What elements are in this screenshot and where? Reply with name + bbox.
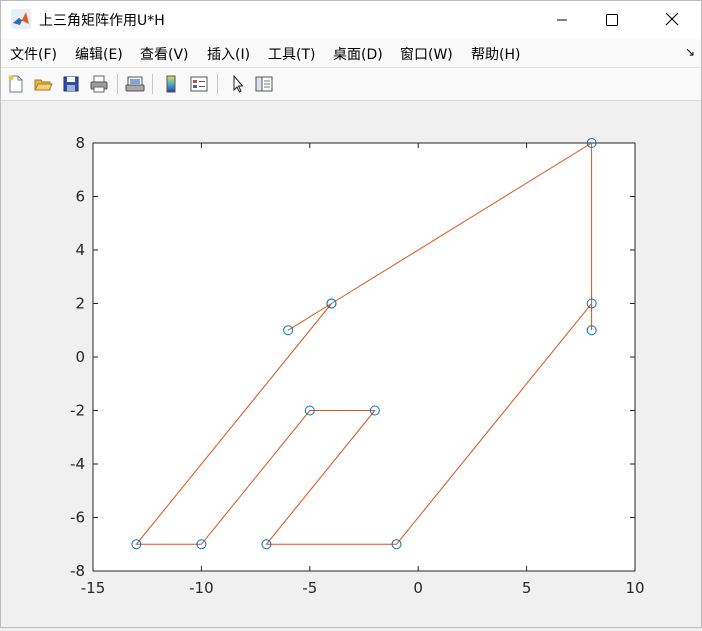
x-tick-label: 0 — [413, 579, 423, 597]
toolbar-separator — [217, 74, 218, 94]
title-bar: 上三角矩阵作用U*H — [1, 1, 701, 39]
window-title: 上三角矩阵作用U*H — [39, 13, 165, 29]
y-tick-label: 6 — [75, 188, 85, 206]
pointer-icon[interactable] — [225, 72, 249, 96]
y-tick-label: 0 — [75, 348, 85, 366]
close-button[interactable] — [649, 1, 695, 39]
matlab-logo-icon — [11, 9, 31, 29]
legend-icon[interactable] — [187, 72, 211, 96]
print-icon[interactable] — [87, 72, 111, 96]
menu-bar: 文件(F) 编辑(E) 查看(V) 插入(I) 工具(T) 桌面(D) 窗口(W… — [1, 39, 701, 68]
close-icon — [665, 11, 679, 30]
property-inspector-icon[interactable] — [252, 72, 276, 96]
toolbar-separator — [117, 74, 118, 94]
x-tick-label: -15 — [81, 579, 106, 597]
x-tick-label: 10 — [625, 579, 644, 597]
y-tick-label: 2 — [75, 295, 85, 313]
menu-edit[interactable]: 编辑(E) — [75, 44, 123, 64]
new-figure-icon[interactable] — [4, 72, 28, 96]
x-tick-label: -5 — [302, 579, 317, 597]
x-tick-label: 5 — [522, 579, 532, 597]
menu-file[interactable]: 文件(F) — [10, 44, 57, 64]
menu-view[interactable]: 查看(V) — [140, 44, 189, 64]
y-tick-label: -4 — [70, 455, 85, 473]
menu-window[interactable]: 窗口(W) — [400, 44, 453, 64]
menu-tools[interactable]: 工具(T) — [268, 44, 315, 64]
y-tick-label: -6 — [70, 509, 85, 527]
maximize-button[interactable] — [589, 1, 635, 39]
menu-insert[interactable]: 插入(I) — [207, 44, 250, 64]
menu-help[interactable]: 帮助(H) — [471, 44, 520, 64]
chart-svg[interactable]: -15 -10 -5 0 5 10 -8 -6 -4 -2 0 2 4 6 8 — [1, 101, 701, 627]
figure-window: 上三角矩阵作用U*H 文件(F) 编辑(E) 查看(V) 插入(I) 工具(T)… — [0, 0, 702, 628]
y-tick-label: 8 — [75, 134, 85, 152]
minimize-icon — [556, 11, 568, 30]
maximize-icon — [606, 11, 618, 30]
colorbar-icon[interactable] — [159, 72, 183, 96]
menu-overflow-icon[interactable]: ↘ — [685, 45, 695, 59]
y-tick-label: -2 — [70, 402, 85, 420]
open-file-icon[interactable] — [31, 72, 55, 96]
figure-toolbar — [1, 68, 701, 101]
figure-canvas: -15 -10 -5 0 5 10 -8 -6 -4 -2 0 2 4 6 8 — [1, 101, 701, 627]
x-tick-label: -10 — [189, 579, 214, 597]
y-tick-label: 4 — [75, 241, 85, 259]
link-plot-icon[interactable] — [123, 72, 147, 96]
axes-box — [92, 142, 636, 572]
toolbar-separator — [152, 74, 153, 94]
minimize-button[interactable] — [539, 1, 585, 39]
menu-desktop[interactable]: 桌面(D) — [333, 44, 383, 64]
y-tick-label: -8 — [70, 562, 85, 580]
save-icon[interactable] — [59, 72, 83, 96]
